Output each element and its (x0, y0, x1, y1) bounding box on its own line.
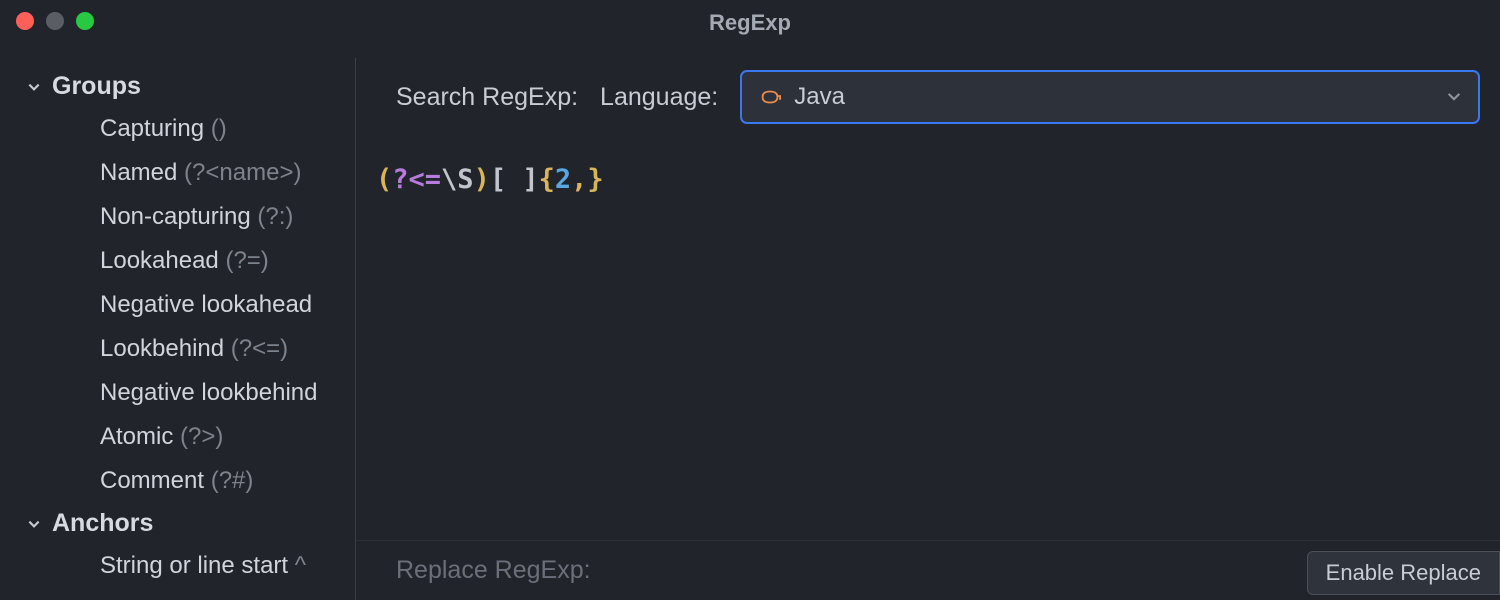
sidebar-item-label: Comment (100, 467, 204, 494)
java-icon (758, 85, 782, 109)
regex-token: } (587, 164, 603, 195)
replace-row: Replace RegExp: Enable Replace (356, 540, 1500, 600)
regex-editor[interactable]: (?<=\S)[ ]{2,} (356, 146, 1500, 540)
sidebar-item-hint: (?:) (257, 203, 293, 230)
chevron-down-icon (26, 79, 42, 95)
section-header-groups[interactable]: Groups (0, 66, 356, 107)
search-label: Search RegExp: (396, 83, 578, 112)
regex-token: ) (474, 164, 490, 195)
sidebar-item-label: Negative lookbehind (100, 379, 318, 406)
sidebar-item-label: Named (100, 159, 177, 186)
sidebar-item-label: Non-capturing (100, 203, 251, 230)
replace-label: Replace RegExp: (396, 556, 591, 585)
sidebar-item-label: Capturing (100, 115, 204, 142)
sidebar-item[interactable]: String or line start ^ (0, 544, 356, 588)
main-panel: Search RegExp: Language: Java (?<=\S)[ ]… (356, 46, 1500, 600)
window-title: RegExp (709, 10, 791, 36)
regex-text: (?<=\S)[ ]{2,} (376, 164, 1482, 195)
close-window-button[interactable] (16, 12, 34, 30)
sidebar-item[interactable]: Named (?<name>) (0, 151, 356, 195)
language-value: Java (794, 83, 845, 111)
chevron-down-icon (26, 516, 42, 532)
minimize-window-button[interactable] (46, 12, 64, 30)
sidebar-item-label: Negative lookahead (100, 291, 312, 318)
sidebar: Groups Capturing ()Named (?<name>)Non-ca… (0, 46, 356, 600)
sidebar-item[interactable]: Atomic (?>) (0, 415, 356, 459)
sidebar-item-hint: (?<name>) (184, 159, 301, 186)
sidebar-item-hint: (?#) (211, 467, 254, 494)
language-select[interactable]: Java (740, 70, 1480, 124)
sidebar-item[interactable]: Lookbehind (?<=) (0, 327, 356, 371)
sidebar-item[interactable]: Negative lookbehind (0, 371, 356, 415)
sidebar-item-hint: () (211, 115, 227, 142)
regex-token: { (539, 164, 555, 195)
enable-replace-label: Enable Replace (1326, 560, 1481, 586)
regex-token: 2 (555, 164, 571, 195)
window-controls (16, 12, 94, 30)
sidebar-item-hint: (?=) (225, 247, 268, 274)
search-row: Search RegExp: Language: Java (356, 46, 1500, 146)
section-label: Groups (52, 72, 141, 101)
regex-token: ( (376, 164, 392, 195)
section-label: Anchors (52, 509, 153, 538)
sidebar-item-label: Lookbehind (100, 335, 224, 362)
regex-token: \S (441, 164, 474, 195)
sidebar-item[interactable]: Non-capturing (?:) (0, 195, 356, 239)
regex-token: ?<= (392, 164, 441, 195)
enable-replace-button[interactable]: Enable Replace (1307, 551, 1500, 595)
regex-token: [ ] (490, 164, 539, 195)
sidebar-item-hint: (?>) (180, 423, 223, 450)
sidebar-item-label: Atomic (100, 423, 173, 450)
language-label: Language: (600, 83, 718, 112)
chevron-down-icon (1446, 84, 1462, 111)
maximize-window-button[interactable] (76, 12, 94, 30)
app-body: Groups Capturing ()Named (?<name>)Non-ca… (0, 46, 1500, 600)
sidebar-item-label: Lookahead (100, 247, 219, 274)
sidebar-item[interactable]: Lookahead (?=) (0, 239, 356, 283)
section-header-anchors[interactable]: Anchors (0, 503, 356, 544)
sidebar-item-hint: ^ (295, 552, 306, 579)
sidebar-item[interactable]: Capturing () (0, 107, 356, 151)
sidebar-item-label: String or line start (100, 552, 288, 579)
sidebar-item[interactable]: Comment (?#) (0, 459, 356, 503)
regex-token: , (571, 164, 587, 195)
titlebar: RegExp (0, 0, 1500, 46)
sidebar-item[interactable]: Negative lookahead (0, 283, 356, 327)
sidebar-item-hint: (?<=) (231, 335, 288, 362)
